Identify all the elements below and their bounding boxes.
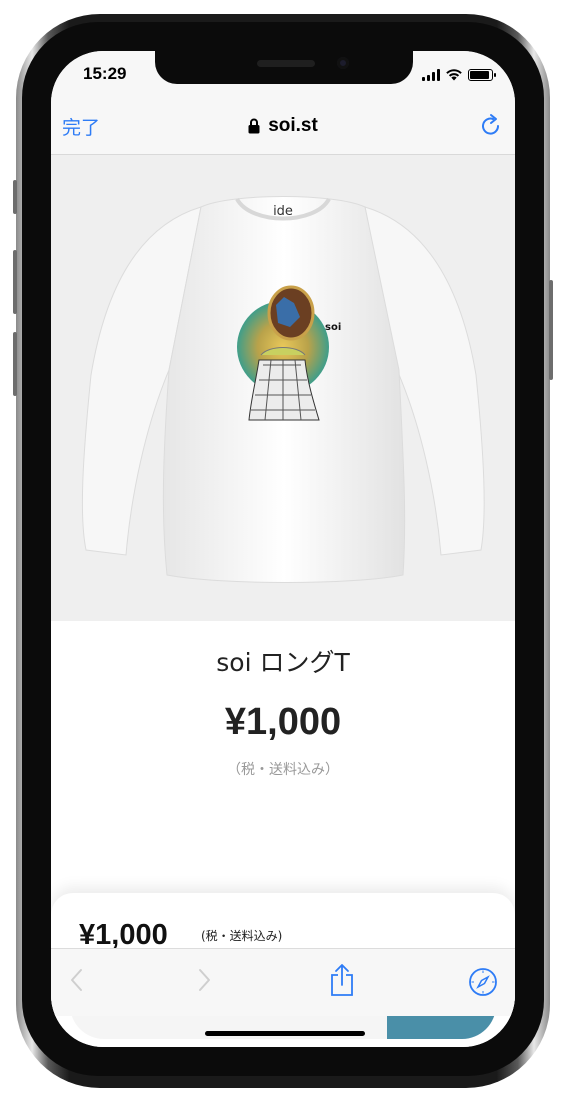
notch xyxy=(155,51,413,84)
volume-down-button xyxy=(13,332,17,396)
address-bar[interactable]: soi.st xyxy=(51,115,515,137)
battery-level xyxy=(470,70,489,79)
lock-icon xyxy=(248,118,260,134)
compass-icon[interactable] xyxy=(468,967,498,997)
front-camera xyxy=(337,57,349,69)
back-icon[interactable] xyxy=(69,967,85,993)
long-sleeve-shirt-image: ide soi xyxy=(51,155,515,621)
page-content: ide soi soi ロングT ¥1,000 （税・送料込み） ¥1,000 … xyxy=(51,155,515,1047)
product-tax-note: （税・送料込み） xyxy=(227,762,339,778)
product-image: ide soi xyxy=(51,155,515,621)
shirt-tag-text: ide xyxy=(273,204,293,219)
battery-icon xyxy=(468,68,496,81)
product-title: soi ロングT xyxy=(216,648,350,677)
product-price: ¥1,000 xyxy=(224,701,342,743)
volume-up-button xyxy=(13,250,17,314)
power-button xyxy=(549,280,553,380)
status-time: 15:29 xyxy=(83,64,127,83)
status-icons xyxy=(422,68,496,81)
purchase-tax-note: (税・送料込み) xyxy=(201,929,283,943)
speaker-grille xyxy=(257,60,315,67)
shirt-print-text: soi xyxy=(325,322,341,333)
mute-switch xyxy=(13,180,17,214)
share-icon[interactable] xyxy=(329,963,355,997)
wifi-icon xyxy=(446,69,462,81)
phone-screen: 15:29 完了 soi.st ide soi soi ロングT ¥1,000 … xyxy=(51,51,515,1047)
address-text: soi.st xyxy=(268,115,318,136)
cellular-signal-icon xyxy=(422,68,440,81)
forward-icon[interactable] xyxy=(196,967,212,993)
browser-toolbar xyxy=(51,948,515,1016)
reload-icon[interactable] xyxy=(479,113,503,139)
browser-nav-bar: 完了 soi.st xyxy=(51,101,515,155)
home-indicator xyxy=(205,1031,365,1036)
